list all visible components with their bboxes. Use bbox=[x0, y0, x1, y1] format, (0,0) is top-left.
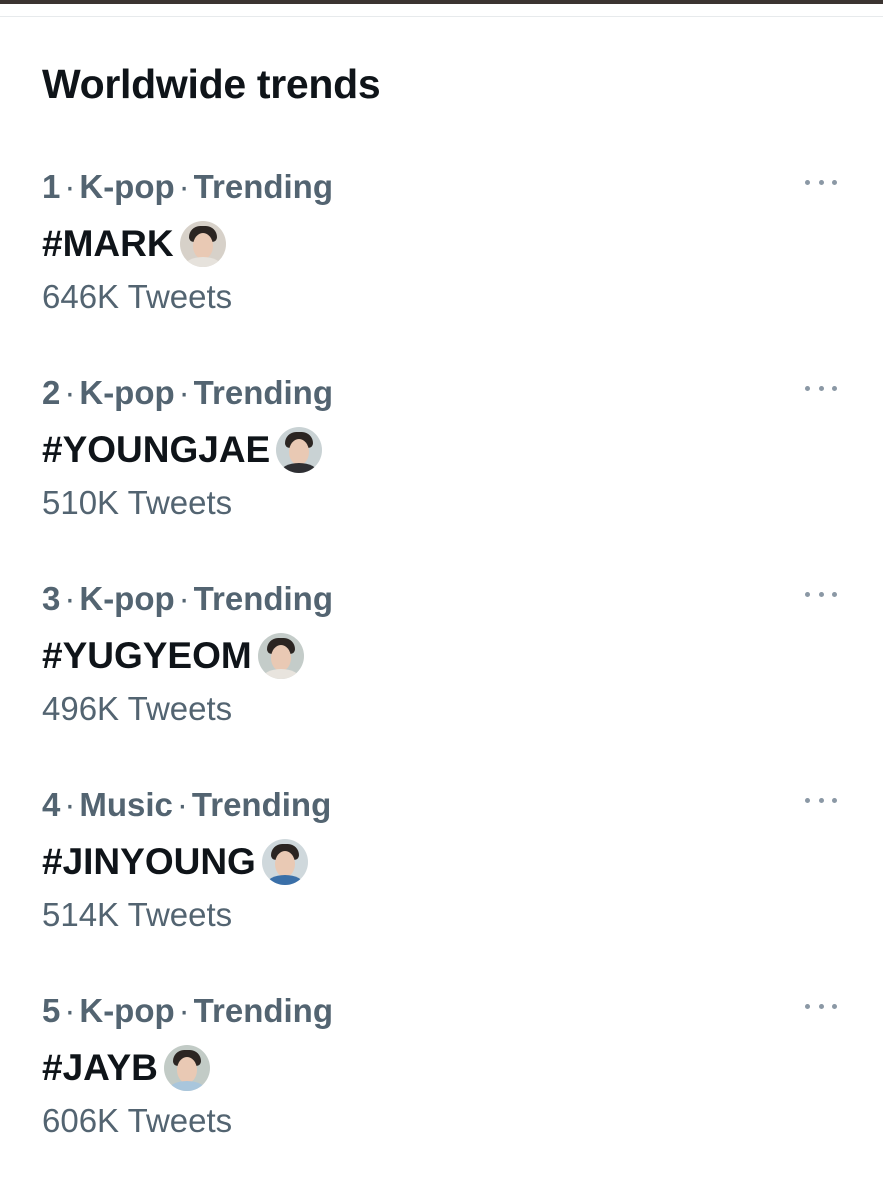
trend-tweet-count: 606K Tweets bbox=[42, 1102, 233, 1139]
avatar-shirt bbox=[265, 875, 304, 885]
trend-status: Trending bbox=[193, 374, 333, 411]
trend-hashtag-row: #MARK bbox=[42, 218, 226, 270]
trend-category: K-pop bbox=[79, 580, 175, 617]
trend-rank: 3 bbox=[42, 580, 61, 617]
trend-meta: 3 · K-pop · Trending bbox=[42, 578, 333, 620]
more-dot bbox=[832, 797, 837, 803]
trend-hashtag[interactable]: #JAYB bbox=[42, 1044, 158, 1092]
more-dot bbox=[818, 385, 824, 391]
avatar-shirt bbox=[261, 669, 300, 679]
trend-rank: 2 bbox=[42, 374, 61, 411]
trend-item[interactable]: 5 · K-pop · Trending #JAYB 606K Tweets bbox=[0, 990, 883, 1180]
more-dot bbox=[805, 591, 810, 597]
trend-status: Trending bbox=[193, 580, 333, 617]
section-divider bbox=[0, 16, 883, 17]
more-dot bbox=[818, 797, 824, 803]
avatar-face bbox=[289, 439, 310, 465]
more-dot bbox=[818, 591, 824, 597]
more-horizontal-icon[interactable] bbox=[805, 172, 837, 192]
trend-status: Trending bbox=[193, 992, 333, 1029]
separator-dot: · bbox=[178, 168, 190, 205]
trend-status: Trending bbox=[193, 168, 333, 205]
trend-category: K-pop bbox=[79, 374, 175, 411]
trend-category: K-pop bbox=[79, 992, 175, 1029]
trend-item[interactable]: 1 · K-pop · Trending #MARK 646K Tweets bbox=[0, 166, 883, 356]
trend-rank: 5 bbox=[42, 992, 61, 1029]
more-horizontal-icon[interactable] bbox=[805, 584, 837, 604]
more-horizontal-icon[interactable] bbox=[805, 378, 837, 398]
trend-meta: 5 · K-pop · Trending bbox=[42, 990, 333, 1032]
trend-rank: 4 bbox=[42, 786, 61, 823]
avatar-face bbox=[270, 645, 291, 671]
trend-status: Trending bbox=[191, 786, 332, 823]
avatar-shirt bbox=[167, 1081, 206, 1091]
more-dot bbox=[818, 179, 824, 185]
separator-dot: · bbox=[178, 992, 190, 1029]
more-dot bbox=[832, 385, 837, 391]
trend-tweet-count: 510K Tweets bbox=[42, 484, 233, 521]
trend-hashtag[interactable]: #YUGYEOM bbox=[42, 632, 252, 680]
avatar-face bbox=[274, 851, 295, 877]
trend-hashtag-row: #JAYB bbox=[42, 1042, 210, 1094]
avatar-face bbox=[192, 233, 213, 259]
separator-dot: · bbox=[64, 992, 76, 1029]
trend-hashtag-row: #YOUNGJAE bbox=[42, 424, 323, 476]
trend-meta: 2 · K-pop · Trending bbox=[42, 372, 333, 414]
more-dot bbox=[805, 1003, 810, 1009]
show-more-link-peek[interactable] bbox=[42, 1190, 82, 1200]
more-dot bbox=[805, 797, 810, 803]
more-dot bbox=[805, 179, 810, 185]
avatar-shirt bbox=[183, 257, 222, 267]
emoji-avatar-icon bbox=[257, 633, 304, 679]
trend-meta: 1 · K-pop · Trending bbox=[42, 166, 333, 208]
separator-dot: · bbox=[178, 580, 190, 617]
trend-hashtag[interactable]: #JINYOUNG bbox=[42, 838, 256, 886]
separator-dot: · bbox=[178, 374, 190, 411]
trend-category: K-pop bbox=[79, 168, 175, 205]
more-horizontal-icon[interactable] bbox=[805, 996, 837, 1016]
top-image-strip bbox=[0, 0, 883, 4]
separator-dot: · bbox=[176, 786, 188, 823]
separator-dot: · bbox=[64, 580, 76, 617]
trend-hashtag-row: #YUGYEOM bbox=[42, 630, 304, 682]
separator-dot: · bbox=[64, 168, 76, 205]
more-horizontal-icon[interactable] bbox=[805, 790, 837, 810]
avatar-face bbox=[176, 1057, 197, 1083]
trend-hashtag[interactable]: #YOUNGJAE bbox=[42, 426, 270, 474]
trend-hashtag-row: #JINYOUNG bbox=[42, 836, 308, 888]
trend-rank: 1 bbox=[42, 168, 61, 205]
trend-tweet-count: 496K Tweets bbox=[42, 690, 233, 727]
more-dot bbox=[832, 1003, 837, 1009]
trend-tweet-count: 646K Tweets bbox=[42, 278, 233, 315]
more-dot bbox=[832, 179, 837, 185]
emoji-avatar-icon bbox=[276, 427, 323, 473]
trend-meta: 4 · Music · Trending bbox=[42, 784, 331, 826]
trend-tweet-count: 514K Tweets bbox=[42, 896, 233, 933]
separator-dot: · bbox=[64, 786, 76, 823]
trend-item[interactable]: 4 · Music · Trending #JINYOUNG 514K Tweets bbox=[0, 784, 883, 974]
trend-category: Music bbox=[79, 786, 173, 823]
avatar-shirt bbox=[280, 463, 319, 473]
more-dot bbox=[818, 1003, 824, 1009]
trend-hashtag[interactable]: #MARK bbox=[42, 220, 174, 268]
emoji-avatar-icon bbox=[261, 839, 308, 885]
emoji-avatar-icon bbox=[163, 1045, 210, 1091]
separator-dot: · bbox=[64, 374, 76, 411]
more-dot bbox=[805, 385, 810, 391]
more-dot bbox=[832, 591, 837, 597]
section-title: Worldwide trends bbox=[42, 61, 381, 107]
trend-item[interactable]: 3 · K-pop · Trending #YUGYEOM 496K Tweets bbox=[0, 578, 883, 768]
emoji-avatar-icon bbox=[179, 221, 226, 267]
trend-item[interactable]: 2 · K-pop · Trending #YOUNGJAE 510K Tweets bbox=[0, 372, 883, 562]
